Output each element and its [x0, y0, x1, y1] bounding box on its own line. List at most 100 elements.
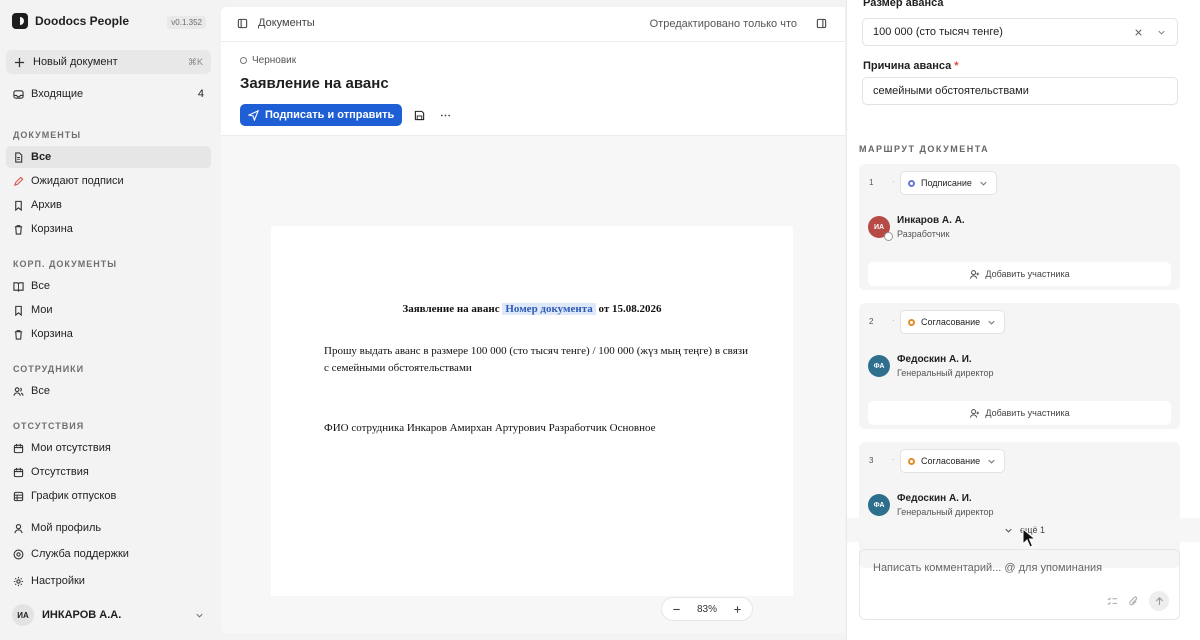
sidebar-item-absences[interactable]: Отсутствия	[6, 461, 211, 483]
add-participant-label: Добавить участника	[985, 408, 1070, 418]
zoom-in-icon[interactable]	[732, 604, 743, 615]
sidebar-item-label: Отсутствия	[31, 466, 89, 478]
page-title: Заявление на аванс	[240, 75, 389, 92]
sidebar-item-label: Ожидают подписи	[31, 175, 124, 187]
step-type-select[interactable]: Подписание	[900, 171, 997, 195]
add-user-icon	[969, 269, 980, 280]
help-icon	[13, 549, 24, 560]
gear-icon	[13, 576, 24, 587]
shortcut-hint: ⌘K	[187, 56, 203, 67]
step-participant[interactable]: ФА Федоскин А. И. Генеральный директор	[868, 354, 994, 378]
step-participant[interactable]: ФА Федоскин А. И. Генеральный директор	[868, 493, 994, 517]
more-horizontal-icon	[440, 110, 451, 121]
sidebar-item-support[interactable]: Служба поддержки	[6, 543, 211, 565]
avatar: ИА	[868, 216, 893, 241]
users-icon	[13, 386, 24, 397]
paper-title-prefix: Заявление на аванс	[402, 303, 500, 315]
mouse-pointer-icon	[1022, 528, 1037, 548]
sidebar-item-label: График отпусков	[31, 490, 117, 502]
breadcrumb[interactable]: Документы	[258, 17, 315, 29]
reason-label: Причина аванса *	[863, 60, 959, 72]
step-participant[interactable]: ИА Инкаров А. А. Разработчик	[868, 215, 965, 241]
sidebar-item-archive[interactable]: Архив	[6, 194, 211, 216]
chevron-down-icon	[986, 317, 997, 328]
paper-fio: ФИО сотрудника Инкаров Амирхан Артурович…	[324, 422, 656, 434]
step-separator: ·	[892, 455, 895, 464]
route-step: 1 · Подписание ИА Инкаров А. А. Разработ…	[859, 164, 1180, 290]
sidebar-item-settings[interactable]: Настройки	[6, 570, 211, 592]
checklist-icon[interactable]	[1107, 596, 1118, 607]
document-header: Черновик Заявление на аванс Подписать и …	[221, 42, 845, 136]
new-document-button[interactable]: Новый документ ⌘K	[6, 50, 211, 74]
sign-and-send-button[interactable]: Подписать и отправить	[240, 104, 403, 126]
send-comment-button[interactable]	[1149, 591, 1169, 611]
zoom-level: 83%	[696, 603, 717, 615]
reason-field[interactable]: семейными обстоятельствами	[862, 77, 1178, 105]
clear-icon[interactable]	[1133, 27, 1144, 38]
participant-name: Федоскин А. И.	[897, 493, 972, 504]
inbox-icon	[13, 89, 24, 100]
sidebar-item-corp-trash[interactable]: Корзина	[6, 323, 211, 345]
step-type-label: Согласование	[921, 317, 981, 327]
sidebar-item-vacation-schedule[interactable]: График отпусков	[6, 485, 211, 507]
add-participant-button[interactable]: Добавить участника	[868, 262, 1171, 286]
sidebar-item-awaiting-signature[interactable]: Ожидают подписи	[6, 170, 211, 192]
approval-dot-icon	[908, 457, 915, 465]
send-icon	[248, 109, 259, 121]
sidebar-item-label: Служба поддержки	[31, 548, 129, 560]
sidebar-item-corp-all[interactable]: Все	[6, 275, 211, 297]
trash-icon	[13, 329, 24, 340]
zoom-control: 83%	[661, 597, 753, 621]
brand[interactable]: Doodocs People	[12, 13, 129, 29]
sidebar-item-label: Мои	[31, 304, 53, 316]
paper-title: Заявление на аванс Номер документа от 15…	[271, 303, 793, 315]
document-viewer[interactable]: Заявление на аванс Номер документа от 15…	[221, 136, 845, 633]
sidebar-item-corp-mine[interactable]: Мои	[6, 299, 211, 321]
status-badge: Черновик	[240, 55, 296, 66]
participant-role: Генеральный директор	[897, 507, 994, 517]
panel-toggle-icon[interactable]	[816, 18, 827, 29]
brand-name: Doodocs People	[35, 14, 130, 28]
add-participant-button[interactable]: Добавить участника	[868, 401, 1171, 425]
step-type-label: Согласование	[921, 456, 981, 466]
paper-title-suffix: от 15.08.2026	[598, 303, 662, 315]
save-icon	[414, 110, 425, 121]
advance-size-select[interactable]: 100 000 (сто тысяч тенге)	[862, 18, 1178, 46]
sidebar-item-inbox[interactable]: Входящие 4	[6, 83, 211, 105]
user-menu[interactable]: ИА ИНКАРОВ А.А.	[6, 602, 211, 628]
sidebar-toggle-icon[interactable]	[237, 18, 248, 29]
step-type-select[interactable]: Согласование	[900, 310, 1006, 334]
participant-name: Федоскин А. И.	[897, 354, 972, 365]
step-number: 3	[869, 456, 874, 465]
advance-size-value: 100 000 (сто тысяч тенге)	[873, 26, 1003, 38]
zoom-out-icon[interactable]	[671, 604, 682, 615]
sidebar-item-label: Корзина	[31, 223, 73, 235]
sidebar-item-all-documents[interactable]: Все	[6, 146, 211, 168]
document-number-field[interactable]: Номер документа	[502, 303, 596, 315]
comment-input[interactable]: Написать комментарий... @ для упоминания	[859, 549, 1180, 620]
logo-icon	[12, 13, 28, 29]
sidebar-item-trash[interactable]: Корзина	[6, 218, 211, 240]
reason-label-text: Причина аванса	[863, 60, 952, 72]
avatar: ИА	[12, 604, 34, 626]
paperclip-icon[interactable]	[1128, 596, 1139, 607]
reason-value: семейными обстоятельствами	[873, 85, 1029, 97]
comment-placeholder: Написать комментарий... @ для упоминания	[873, 562, 1103, 574]
book-icon	[13, 281, 24, 292]
sidebar-item-label: Корзина	[31, 328, 73, 340]
user-name: ИНКАРОВ А.А.	[42, 609, 122, 621]
sidebar-item-my-absences[interactable]: Мои отсутствия	[6, 437, 211, 459]
sidebar-item-label: Мои отсутствия	[31, 442, 111, 454]
advance-size-label: Размер аванса	[863, 0, 944, 9]
sidebar-item-label: Входящие	[31, 88, 84, 100]
sidebar-item-employees-all[interactable]: Все	[6, 380, 211, 402]
step-type-select[interactable]: Согласование	[900, 449, 1006, 473]
pen-icon	[13, 176, 24, 187]
more-button[interactable]	[436, 106, 454, 124]
save-button[interactable]	[410, 106, 428, 124]
sidebar-item-my-profile[interactable]: Мой профиль	[6, 517, 211, 539]
sidebar-item-label: Все	[31, 385, 50, 397]
document-icon	[13, 151, 24, 163]
avatar: ФА	[868, 494, 890, 516]
chevron-down-icon[interactable]	[1156, 27, 1167, 38]
